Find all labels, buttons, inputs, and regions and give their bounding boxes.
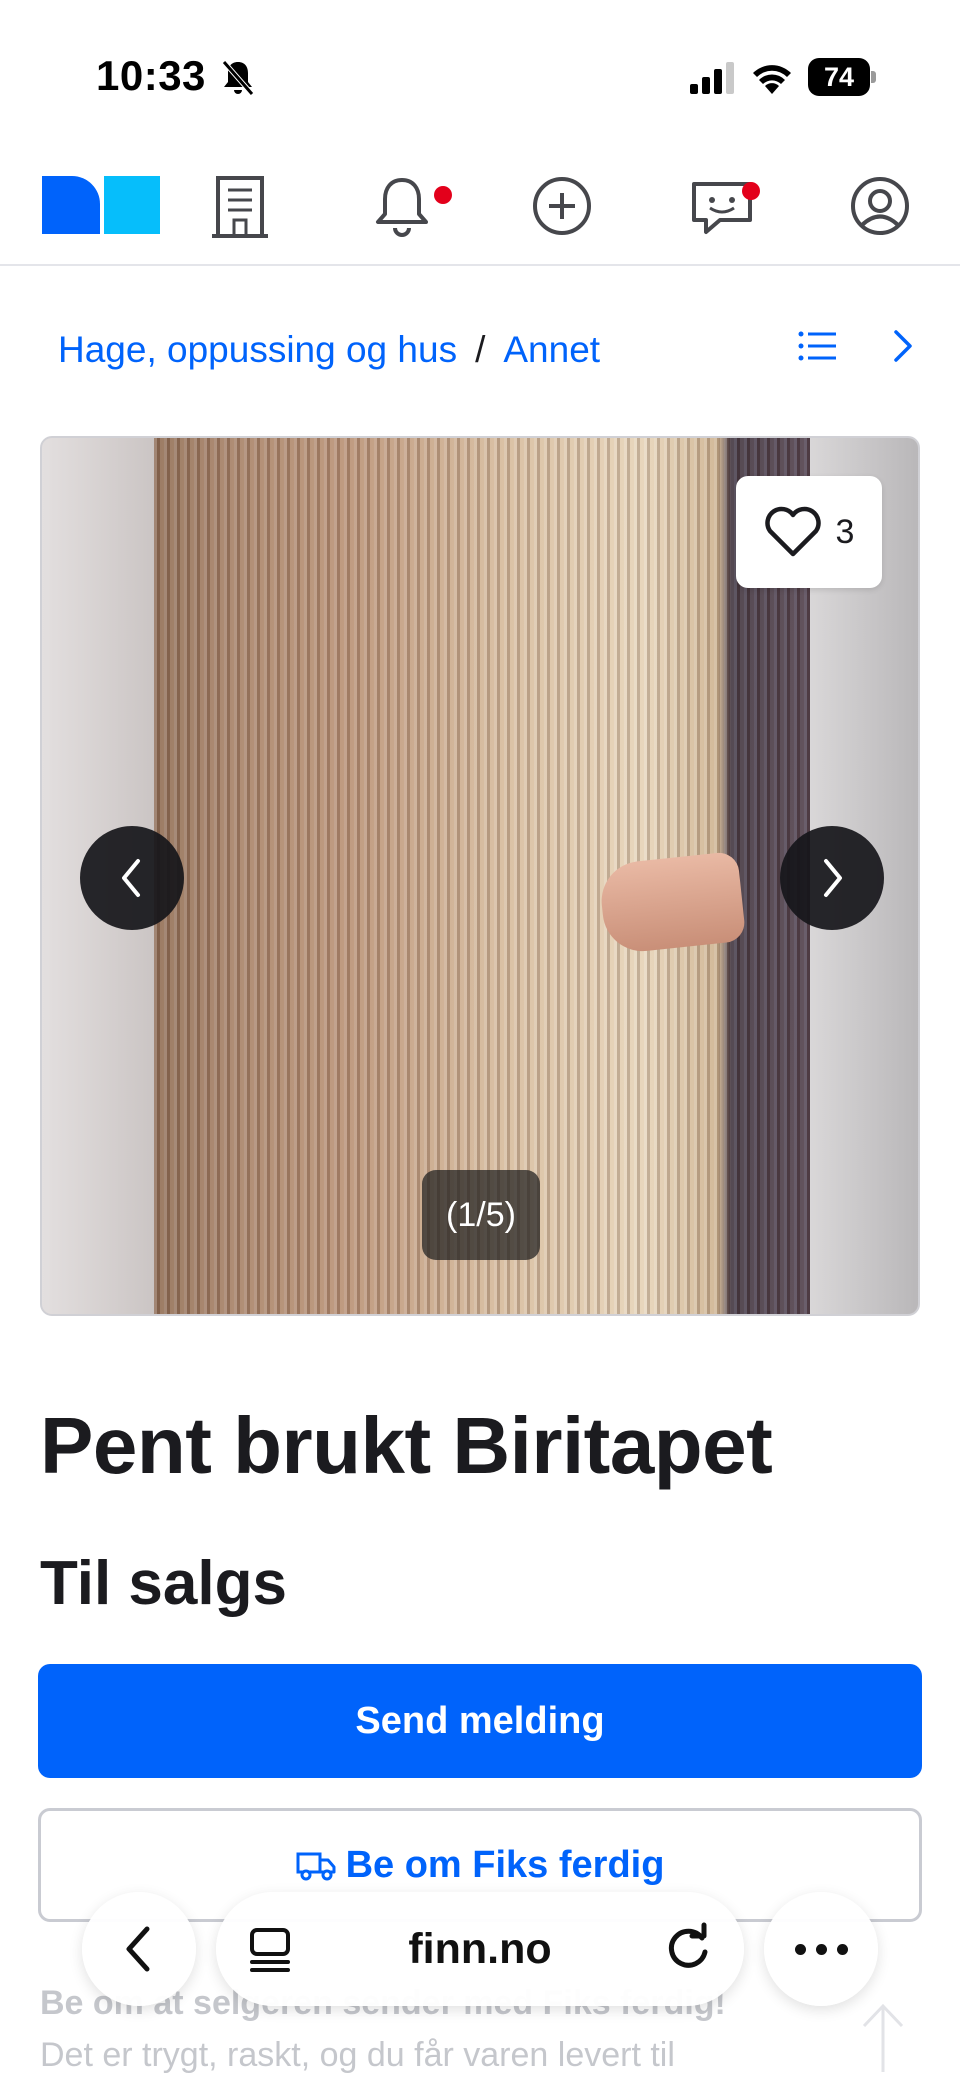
favorite-button[interactable]: 3 [736, 476, 882, 588]
breadcrumb-separator: / [475, 329, 486, 370]
add-ad-icon[interactable] [526, 170, 598, 242]
battery-indicator: 74 [808, 58, 876, 96]
status-bar: 10:33 74 [0, 0, 960, 150]
scroll-up-icon[interactable] [858, 1994, 908, 2074]
list-icon[interactable] [796, 324, 840, 368]
next-image-button[interactable] [780, 826, 884, 930]
heart-icon [764, 506, 821, 557]
notifications-button[interactable] [366, 170, 452, 242]
browser-back-button[interactable] [82, 1892, 196, 2006]
chevron-right-icon [824, 859, 842, 897]
photo-hand [597, 850, 747, 956]
listing-title: Pent brukt Biritapet [40, 1401, 773, 1490]
browser-more-button[interactable] [764, 1892, 878, 2006]
breadcrumb: Hage, oppussing og hus / Annet [58, 322, 600, 378]
battery-level: 74 [823, 62, 855, 92]
wifi-icon [753, 65, 791, 94]
message-dot [742, 182, 760, 200]
finn-logo-icon[interactable] [42, 176, 160, 234]
reload-icon[interactable] [662, 1922, 714, 1974]
more-dot-icon [815, 1943, 827, 1955]
messages-button[interactable] [686, 170, 760, 242]
tabs-icon[interactable] [246, 1926, 294, 1974]
chat-icon [692, 182, 752, 234]
profile-icon[interactable] [844, 170, 916, 242]
favorite-count: 3 [835, 512, 855, 551]
status-time: 10:33 [96, 52, 206, 99]
image-counter: (1/5) [422, 1170, 540, 1260]
building-icon[interactable] [206, 170, 278, 242]
fiks-ferdig-label: Be om Fiks ferdig [345, 1843, 665, 1886]
promo-text: Det er trygt, raskt, og du får varen lev… [40, 2036, 675, 2074]
chevron-left-icon [122, 859, 140, 897]
listing-type: Til salgs [40, 1549, 287, 1618]
top-navigation [0, 150, 960, 266]
back-arrow-icon [126, 1926, 150, 1972]
bell-icon [376, 178, 428, 237]
delivery-truck-icon [296, 1852, 336, 1881]
breadcrumb-subcategory-link[interactable]: Annet [503, 329, 600, 371]
image-gallery[interactable]: 3 (1/5) [40, 436, 920, 1316]
silent-bell-icon [222, 60, 254, 96]
send-message-button[interactable]: Send melding [38, 1664, 922, 1778]
breadcrumb-category-link[interactable]: Hage, oppussing og hus [58, 329, 457, 371]
notification-dot [434, 186, 452, 204]
cellular-signal-icon [690, 62, 734, 94]
more-dot-icon [836, 1943, 848, 1955]
more-dot-icon [794, 1943, 806, 1955]
chevron-right-icon[interactable] [888, 324, 918, 368]
browser-address-bar[interactable]: finn.no [216, 1892, 744, 2006]
previous-image-button[interactable] [80, 826, 184, 930]
